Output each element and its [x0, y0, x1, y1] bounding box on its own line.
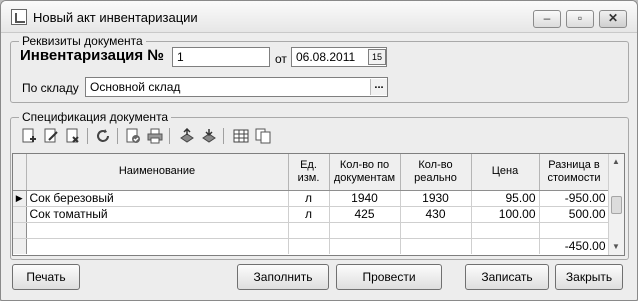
warehouse-select-button[interactable]: ...: [370, 79, 387, 95]
cell-name[interactable]: Сок томатный: [26, 206, 289, 223]
header-name[interactable]: Наименование: [26, 154, 289, 191]
cell-empty: [329, 238, 401, 254]
table: Наименование Ед. изм. Кол-во по документ…: [13, 154, 610, 254]
fill-button[interactable]: Заполнить: [237, 264, 329, 290]
warehouse-label: По складу: [22, 81, 79, 95]
cell-name[interactable]: Сок березовый: [26, 190, 289, 207]
inventory-window: Новый акт инвентаризации – ▫ ✕ Реквизиты…: [0, 0, 638, 301]
inventory-number-label: Инвентаризация №: [20, 47, 165, 64]
cell-empty[interactable]: [539, 222, 610, 239]
cell-empty[interactable]: [471, 222, 540, 239]
warehouse-input[interactable]: Основной склад: [85, 77, 388, 97]
row-indicator: [13, 222, 27, 239]
toolbar-separator: [87, 128, 88, 144]
delete-row-icon[interactable]: [65, 128, 81, 144]
scroll-up-icon[interactable]: ▲: [612, 157, 620, 166]
header-price[interactable]: Цена: [471, 154, 540, 191]
cell-real-qty[interactable]: 430: [400, 206, 472, 223]
edit-row-icon[interactable]: [43, 128, 59, 144]
totals-row: -450.00: [13, 238, 610, 254]
inventory-number-input[interactable]: 1: [172, 47, 270, 67]
cell-empty[interactable]: [288, 222, 330, 239]
table-row[interactable]: Сок томатный л 425 430 100.00 500.00: [13, 206, 610, 223]
maximize-button[interactable]: ▫: [566, 10, 594, 28]
cell-empty: [26, 238, 289, 254]
toolbar-separator: [117, 128, 118, 144]
row-indicator: [13, 238, 27, 254]
header-unit[interactable]: Ед. изм.: [288, 154, 330, 191]
copy-icon[interactable]: [255, 128, 271, 144]
warehouse-value: Основной склад: [90, 80, 181, 94]
document-icon: [11, 9, 27, 25]
cell-price[interactable]: 95.00: [471, 190, 540, 207]
cell-doc-qty[interactable]: 425: [329, 206, 401, 223]
date-label: от: [275, 52, 287, 66]
check-icon[interactable]: [125, 128, 141, 144]
cell-price[interactable]: 100.00: [471, 206, 540, 223]
cell-empty: [471, 238, 540, 254]
row-indicator: [13, 206, 27, 223]
cell-empty[interactable]: [329, 222, 401, 239]
table-scrollbar[interactable]: ▲ ▼: [608, 154, 624, 255]
row-indicator-icon: ▶: [13, 190, 27, 207]
print-button[interactable]: Печать: [12, 264, 80, 290]
close-button[interactable]: Закрыть: [555, 264, 623, 290]
specification-group-label: Спецификация документа: [19, 110, 172, 124]
cell-real-qty[interactable]: 1930: [400, 190, 472, 207]
table-icon[interactable]: [233, 128, 249, 144]
window-title: Новый акт инвентаризации: [33, 10, 198, 25]
cell-unit[interactable]: л: [288, 190, 330, 207]
cell-empty: [288, 238, 330, 254]
calendar-icon[interactable]: 15: [368, 49, 386, 65]
cell-empty[interactable]: [400, 222, 472, 239]
header-indicator: [13, 154, 27, 191]
move-down-icon[interactable]: [201, 128, 217, 144]
move-up-icon[interactable]: [179, 128, 195, 144]
print-icon[interactable]: [147, 128, 163, 144]
close-window-button[interactable]: ✕: [599, 10, 627, 28]
specification-table: Наименование Ед. изм. Кол-во по документ…: [12, 153, 625, 256]
header-doc-qty[interactable]: Кол-во по документам: [329, 154, 401, 191]
total-diff: -450.00: [539, 238, 610, 254]
toolbar-separator: [169, 128, 170, 144]
table-row-empty[interactable]: [13, 222, 610, 239]
minimize-button[interactable]: –: [533, 10, 561, 28]
title-bar: Новый акт инвентаризации – ▫ ✕: [1, 1, 637, 33]
refresh-icon[interactable]: [95, 128, 111, 144]
cell-empty[interactable]: [26, 222, 289, 239]
table-row[interactable]: ▶ Сок березовый л 1940 1930 95.00 -950.0…: [13, 190, 610, 207]
cell-empty: [400, 238, 472, 254]
cell-diff[interactable]: -950.00: [539, 190, 610, 207]
header-diff[interactable]: Разница в стоимости: [539, 154, 610, 191]
cell-unit[interactable]: л: [288, 206, 330, 223]
toolbar-separator: [223, 128, 224, 144]
save-button[interactable]: Записать: [465, 264, 549, 290]
scroll-down-icon[interactable]: ▼: [612, 242, 620, 251]
post-button[interactable]: Провести: [336, 264, 442, 290]
add-row-icon[interactable]: [21, 128, 37, 144]
cell-doc-qty[interactable]: 1940: [329, 190, 401, 207]
header-real-qty[interactable]: Кол-во реально: [400, 154, 472, 191]
cell-diff[interactable]: 500.00: [539, 206, 610, 223]
date-value: 06.08.2011: [296, 50, 356, 64]
requisites-group-label: Реквизиты документа: [19, 34, 146, 48]
scroll-thumb[interactable]: [611, 196, 622, 214]
